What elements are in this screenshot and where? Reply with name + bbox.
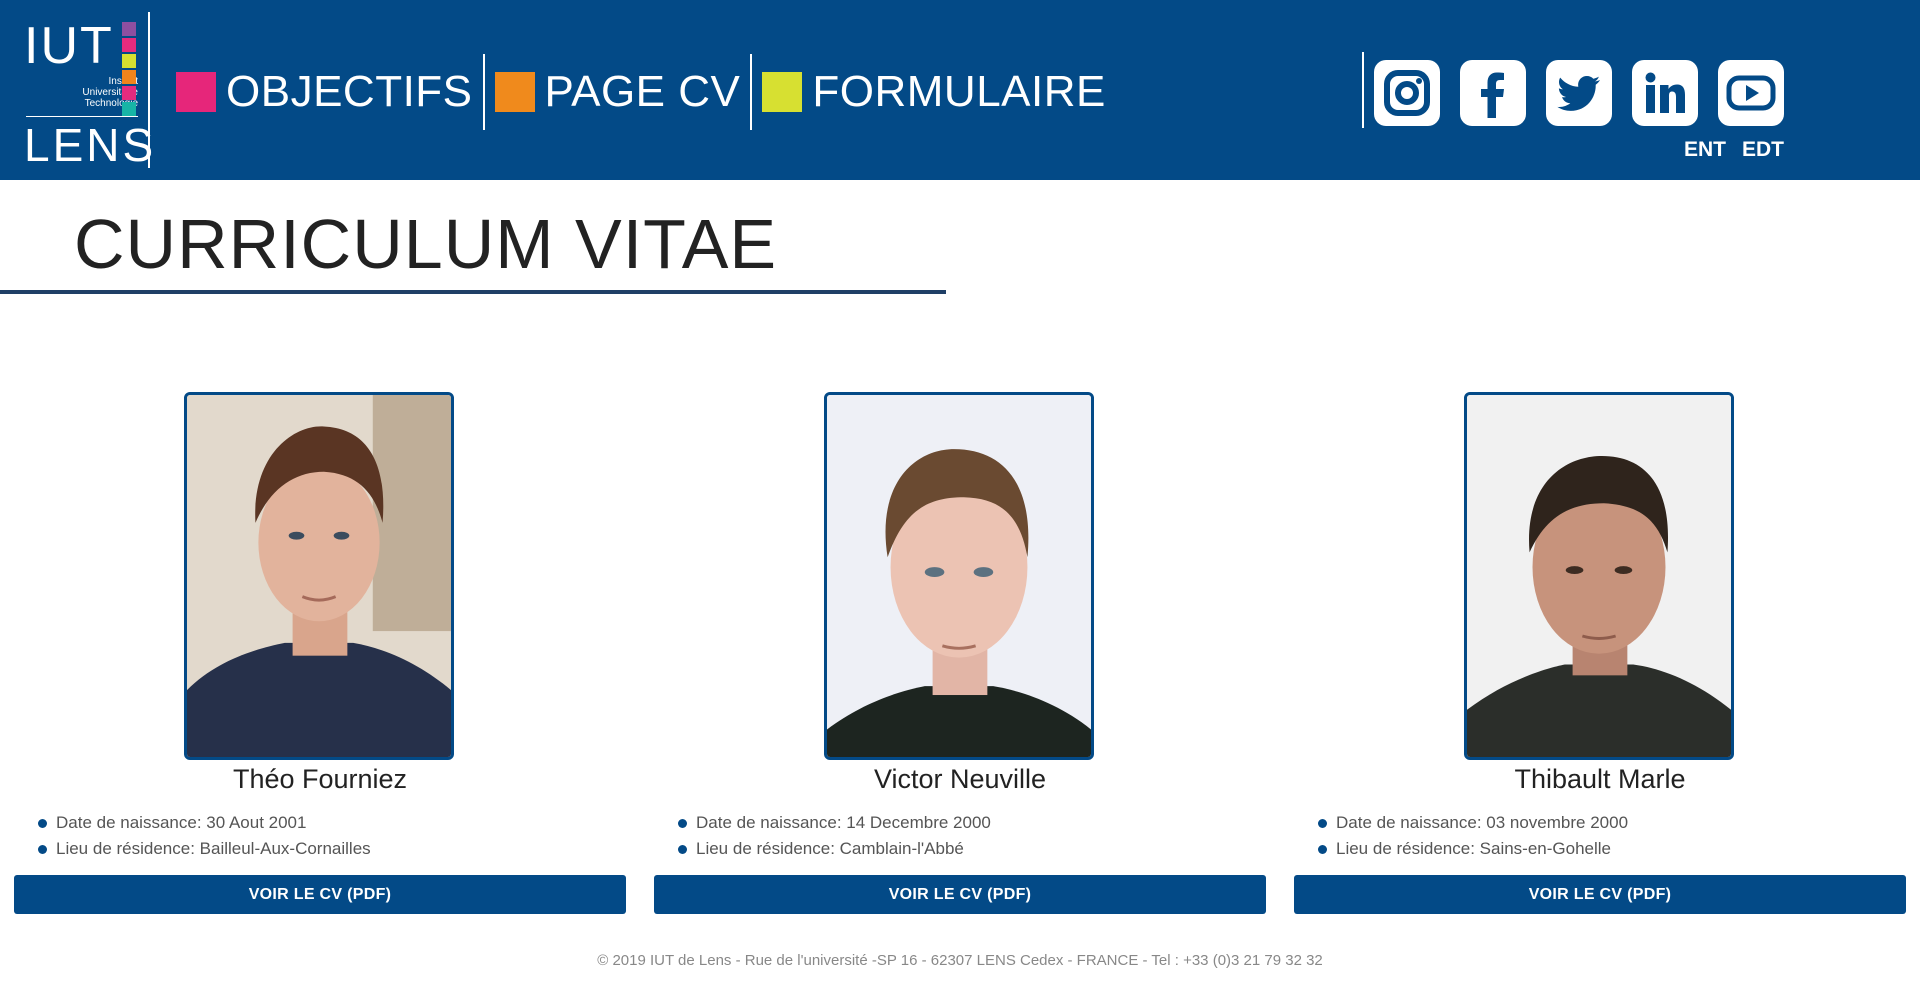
ent-link[interactable]: ENT xyxy=(1684,138,1726,162)
nav-divider xyxy=(482,54,485,130)
residence-item: Lieu de résidence: Sains-en-Gohelle xyxy=(1318,836,1628,862)
birth-date-text: Date de naissance: 03 novembre 2000 xyxy=(1336,813,1629,832)
student-info-list: Date de naissance: 14 Decembre 2000 Lieu… xyxy=(678,810,991,862)
residence-text: Lieu de résidence: Bailleul-Aux-Cornaill… xyxy=(56,839,371,858)
title-underline xyxy=(0,290,946,294)
student-card: Théo Fourniez Date de naissance: 30 Aout… xyxy=(14,392,626,914)
logo-square xyxy=(122,22,136,36)
youtube-icon xyxy=(1726,75,1776,111)
residence-text: Lieu de résidence: Camblain-l'Abbé xyxy=(696,839,964,858)
bullet-icon xyxy=(1318,844,1327,854)
edt-link[interactable]: EDT xyxy=(1742,138,1784,162)
residence-item: Lieu de résidence: Bailleul-Aux-Cornaill… xyxy=(38,836,371,862)
iut-lens-logo[interactable]: IUT Institut Universitaire Technologie L… xyxy=(22,12,153,168)
facebook-icon xyxy=(1481,72,1504,118)
bullet-icon xyxy=(1318,818,1327,828)
main-nav: OBJECTIFS PAGE CV FORMULAIRE xyxy=(170,54,1112,130)
nav-item-formulaire[interactable]: FORMULAIRE xyxy=(756,58,1111,126)
student-name: Victor Neuville xyxy=(873,764,1047,794)
logo-bottom-text: LENS xyxy=(24,119,157,171)
nav-label: FORMULAIRE xyxy=(812,67,1106,116)
residence-item: Lieu de résidence: Camblain-l'Abbé xyxy=(678,836,991,862)
logo-divider xyxy=(26,116,138,117)
student-card: Thibault Marle Date de naissance: 03 nov… xyxy=(1294,392,1906,914)
nav-divider xyxy=(750,54,753,130)
instagram-link[interactable] xyxy=(1374,60,1440,126)
page-footer: © 2019 IUT de Lens - Rue de l'université… xyxy=(597,952,1323,969)
portrait-image xyxy=(827,395,1091,757)
birth-date-text: Date de naissance: 30 Aout 2001 xyxy=(56,813,307,832)
site-header: IUT Institut Universitaire Technologie L… xyxy=(0,0,1920,180)
student-photo xyxy=(184,392,454,760)
student-info-list: Date de naissance: 03 novembre 2000 Lieu… xyxy=(1318,810,1628,862)
birth-date-text: Date de naissance: 14 Decembre 2000 xyxy=(696,813,991,832)
bullet-icon xyxy=(38,818,47,828)
linkedin-icon xyxy=(1645,72,1685,113)
birth-date-item: Date de naissance: 30 Aout 2001 xyxy=(38,810,371,836)
nav-label: PAGE CV xyxy=(544,67,741,116)
view-cv-button[interactable]: VOIR LE CV (PDF) xyxy=(1294,875,1906,914)
nav-color-square xyxy=(762,72,803,112)
social-divider xyxy=(1362,52,1364,128)
social-links xyxy=(1374,60,1784,126)
nav-item-objectifs[interactable]: OBJECTIFS xyxy=(170,58,479,126)
logo-square xyxy=(122,86,136,100)
nav-item-page-cv[interactable]: PAGE CV xyxy=(489,58,747,126)
logo-vertical-divider xyxy=(148,12,150,168)
portrait-image xyxy=(1467,395,1731,757)
birth-date-item: Date de naissance: 14 Decembre 2000 xyxy=(678,810,991,836)
twitter-icon xyxy=(1557,76,1600,111)
logo-square xyxy=(122,54,136,68)
page-title: CURRICULUM VITAE xyxy=(74,205,778,283)
residence-text: Lieu de résidence: Sains-en-Gohelle xyxy=(1336,839,1612,858)
view-cv-button[interactable]: VOIR LE CV (PDF) xyxy=(654,875,1266,914)
logo-square xyxy=(122,38,136,52)
student-info-list: Date de naissance: 30 Aout 2001 Lieu de … xyxy=(38,810,371,862)
student-name: Théo Fourniez xyxy=(232,764,408,794)
logo-top-text: IUT xyxy=(24,17,114,75)
student-name: Thibault Marle xyxy=(1514,764,1686,794)
logo-square xyxy=(122,102,136,116)
student-photo xyxy=(824,392,1094,760)
quick-links: ENT EDT xyxy=(1684,138,1784,162)
instagram-icon xyxy=(1384,70,1430,116)
twitter-link[interactable] xyxy=(1546,60,1612,126)
nav-label: OBJECTIFS xyxy=(226,67,473,116)
student-card: Victor Neuville Date de naissance: 14 De… xyxy=(654,392,1266,914)
bullet-icon xyxy=(678,844,687,854)
nav-color-square xyxy=(494,72,535,112)
linkedin-link[interactable] xyxy=(1632,60,1698,126)
facebook-link[interactable] xyxy=(1460,60,1526,126)
bullet-icon xyxy=(678,818,687,828)
birth-date-item: Date de naissance: 03 novembre 2000 xyxy=(1318,810,1628,836)
portrait-image xyxy=(187,395,451,757)
student-photo xyxy=(1464,392,1734,760)
view-cv-button[interactable]: VOIR LE CV (PDF) xyxy=(14,875,626,914)
nav-color-square xyxy=(176,72,216,112)
youtube-link[interactable] xyxy=(1718,60,1784,126)
logo-square xyxy=(122,70,136,84)
bullet-icon xyxy=(38,844,47,854)
